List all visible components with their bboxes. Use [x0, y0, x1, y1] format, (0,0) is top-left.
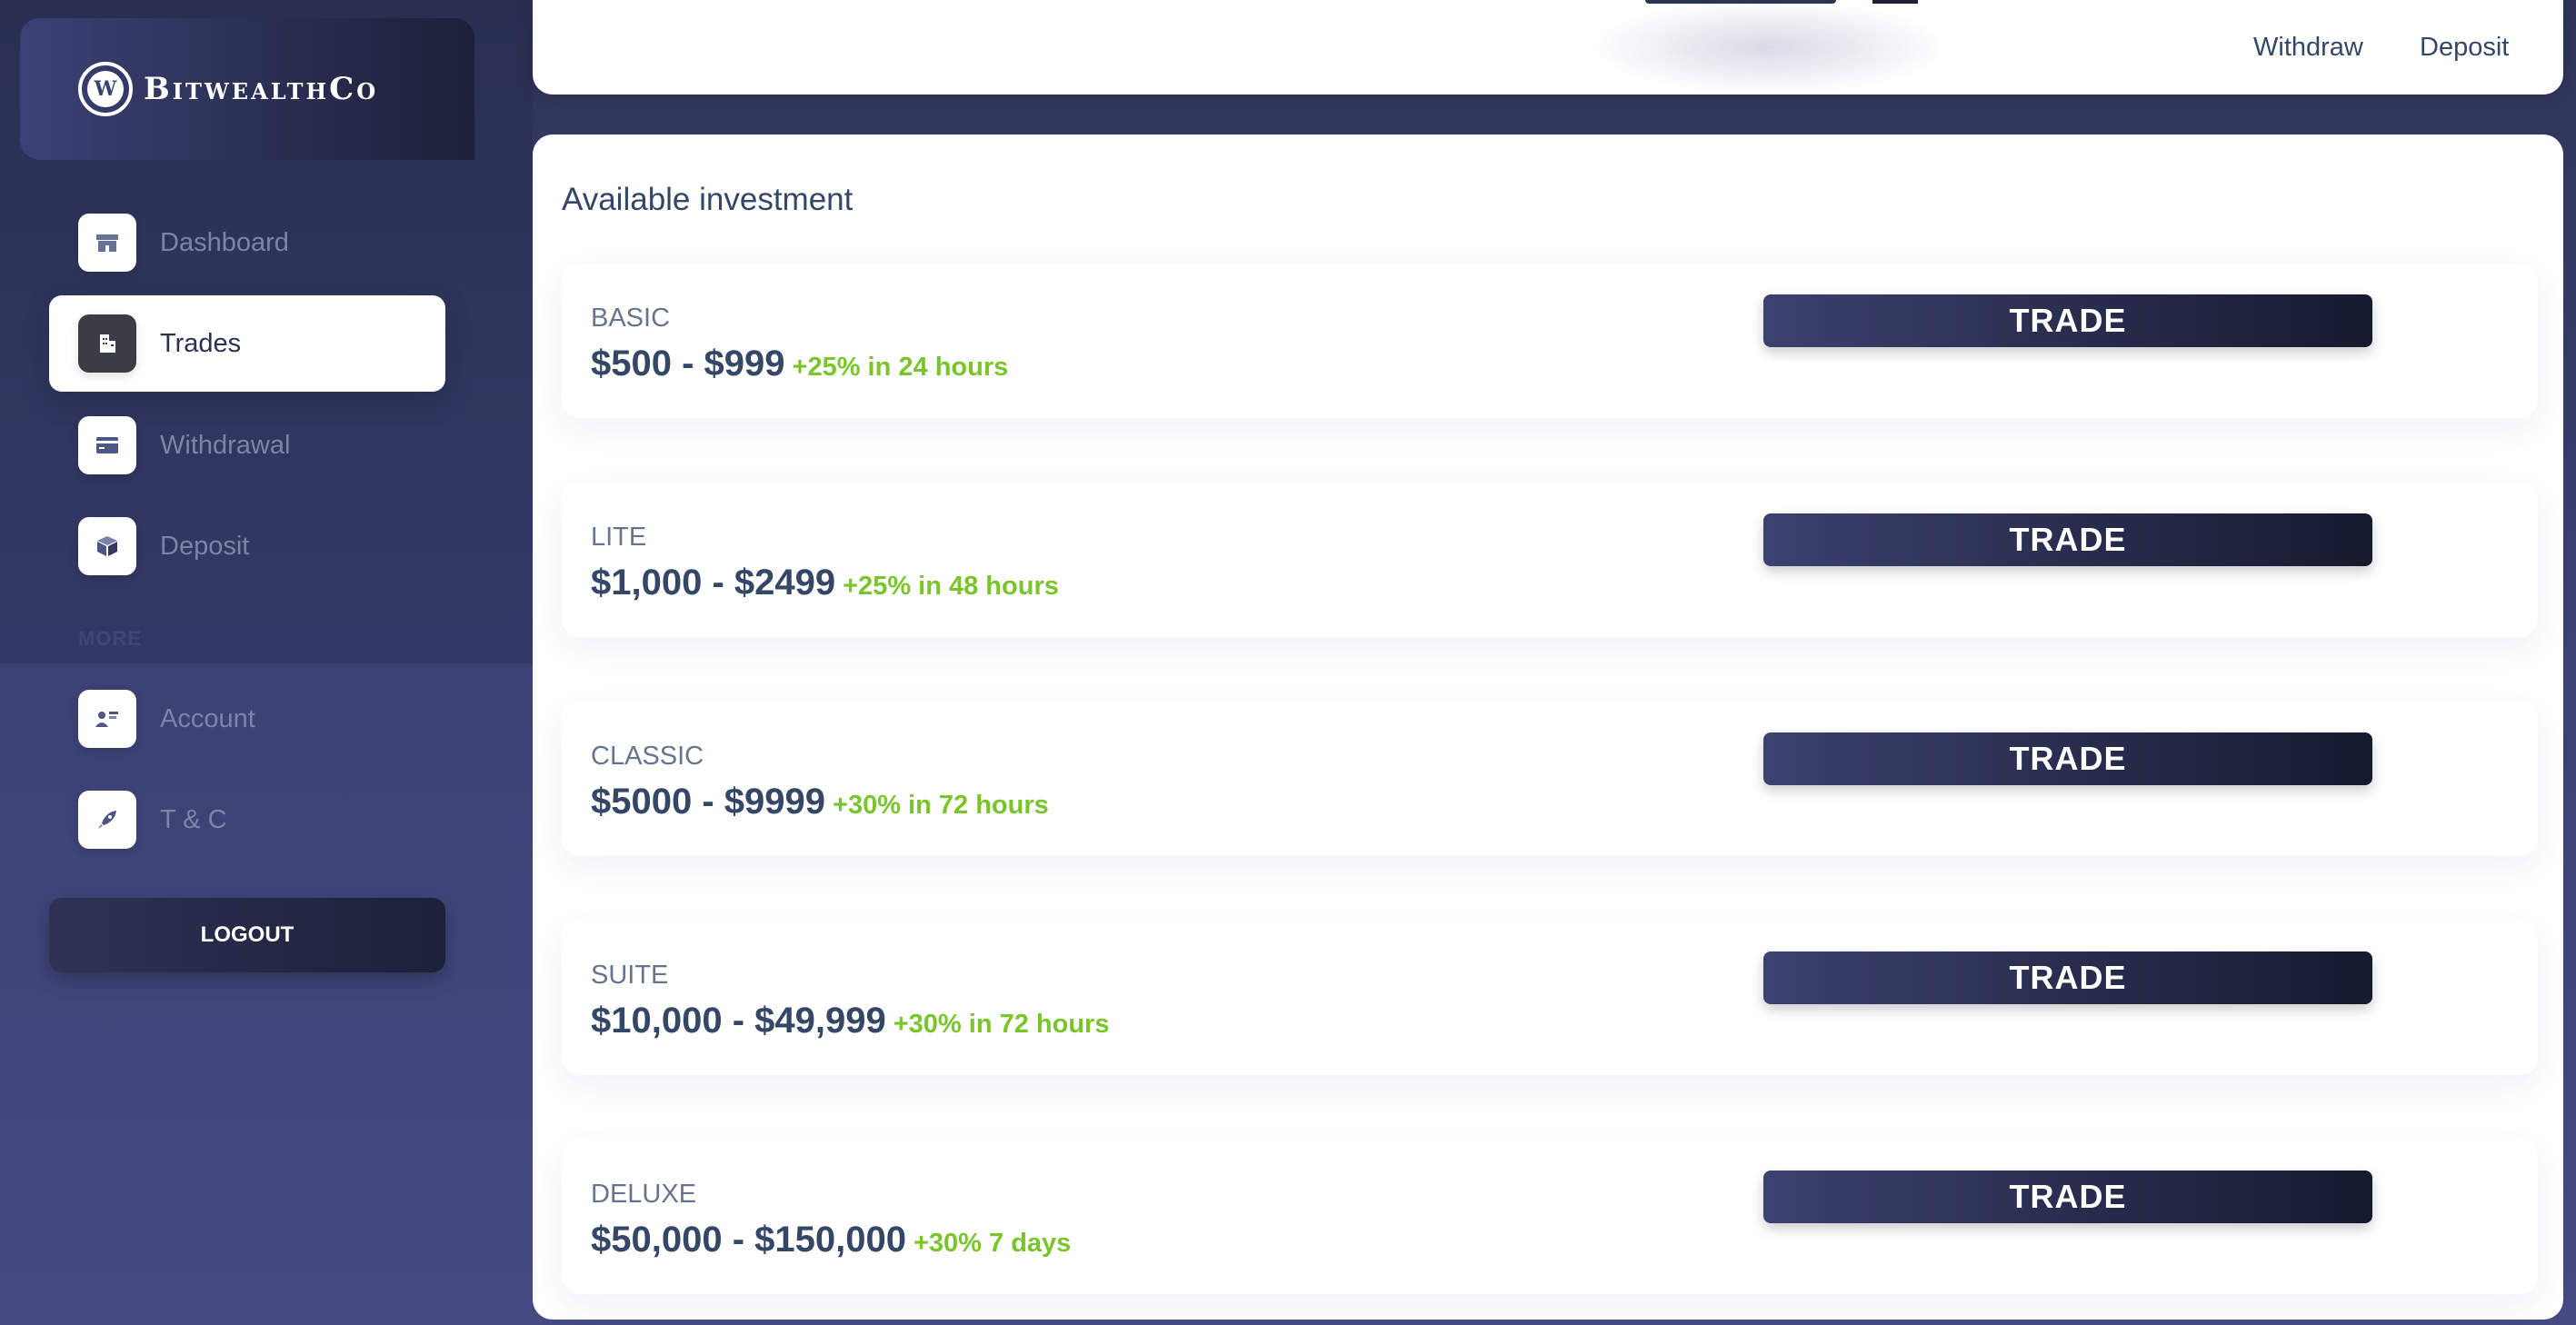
box-icon: [78, 517, 136, 575]
plan-card-classic: CLASSIC $5000 - $9999 +30% in 72 hours TR…: [562, 702, 2538, 856]
plan-range: $10,000 - $49,999 +30% in 72 hours: [591, 1001, 1109, 1041]
sidebar-item-label: Account: [160, 703, 255, 733]
sidebar: W BitwealthCo Dashboard Trades Withdrawa…: [0, 0, 533, 1325]
top-navbar: Trades Withdraw Deposit: [533, 0, 2563, 95]
deposit-link[interactable]: Deposit: [2420, 33, 2509, 63]
sidebar-item-label: Dashboard: [160, 227, 289, 257]
sidebar-item-deposit[interactable]: Deposit: [49, 498, 445, 594]
sidebar-item-terms[interactable]: T & C: [49, 772, 445, 868]
topbar-hidden-element: [1872, 0, 1918, 4]
plan-card-suite: SUITE $10,000 - $49,999 +30% in 72 hours …: [562, 921, 2538, 1075]
brand-logo-icon: W: [78, 62, 133, 116]
investment-panel: Available investment BASIC $500 - $999 +2…: [533, 134, 2563, 1320]
plan-range: $5000 - $9999 +30% in 72 hours: [591, 782, 1049, 822]
trade-button[interactable]: TRADE: [1763, 513, 2372, 566]
topbar-hidden-element: [1645, 0, 1836, 4]
rocket-icon: [78, 791, 136, 849]
plan-return: +25% in 48 hours: [843, 572, 1059, 601]
plan-range-value: $1,000 - $2499: [591, 563, 836, 603]
plan-range: $50,000 - $150,000 +30% 7 days: [591, 1220, 1071, 1260]
shop-icon: [78, 214, 136, 272]
plan-card-basic: BASIC $500 - $999 +25% in 24 hours TRADE: [562, 264, 2538, 418]
plan-range-value: $5000 - $9999: [591, 782, 826, 822]
more-section-label: MORE: [78, 627, 142, 650]
logout-button[interactable]: LOGOUT: [49, 898, 445, 972]
sidebar-item-label: T & C: [160, 804, 227, 834]
sidebar-item-label: Withdrawal: [160, 430, 291, 460]
plan-name: DELUXE: [591, 1180, 697, 1209]
plan-return: +30% 7 days: [913, 1229, 1072, 1258]
withdraw-link[interactable]: Withdraw: [2253, 33, 2363, 63]
user-icon: [78, 690, 136, 748]
plan-range: $1,000 - $2499 +25% in 48 hours: [591, 563, 1059, 603]
sidebar-item-label: Trades: [160, 328, 242, 358]
plan-range-value: $50,000 - $150,000: [591, 1220, 906, 1260]
sidebar-item-label: Deposit: [160, 531, 250, 561]
plan-name: BASIC: [591, 304, 671, 333]
office-icon: [78, 314, 136, 373]
credit-card-icon: [78, 416, 136, 474]
sidebar-item-withdrawal[interactable]: Withdrawal: [49, 397, 445, 493]
plan-name: SUITE: [591, 961, 669, 990]
page-title: Trades: [564, 33, 652, 63]
plan-return: +30% in 72 hours: [893, 1010, 1110, 1039]
plan-return: +30% in 72 hours: [833, 791, 1049, 820]
plan-range-value: $500 - $999: [591, 344, 785, 384]
brand-name: BitwealthCo: [144, 71, 379, 107]
plan-return: +25% in 24 hours: [792, 353, 1009, 382]
plan-name: CLASSIC: [591, 742, 704, 771]
trade-button[interactable]: TRADE: [1763, 732, 2372, 785]
plan-name: LITE: [591, 523, 647, 552]
brand-logo-letter: W: [94, 77, 117, 101]
trade-button[interactable]: TRADE: [1763, 1171, 2372, 1223]
plan-range: $500 - $999 +25% in 24 hours: [591, 344, 1008, 384]
plan-card-lite: LITE $1,000 - $2499 +25% in 48 hours TRAD…: [562, 483, 2538, 637]
sidebar-item-trades[interactable]: Trades: [49, 295, 445, 392]
brand[interactable]: W BitwealthCo: [20, 18, 474, 160]
plan-card-deluxe: DELUXE $50,000 - $150,000 +30% 7 days TRA…: [562, 1140, 2538, 1294]
sidebar-item-account[interactable]: Account: [49, 671, 445, 767]
trade-button[interactable]: TRADE: [1763, 951, 2372, 1004]
trade-button[interactable]: TRADE: [1763, 294, 2372, 347]
topbar-blur-overlay: [1587, 0, 1951, 95]
sidebar-item-dashboard[interactable]: Dashboard: [49, 194, 445, 291]
section-title: Available investment: [562, 182, 854, 217]
plan-range-value: $10,000 - $49,999: [591, 1001, 886, 1041]
